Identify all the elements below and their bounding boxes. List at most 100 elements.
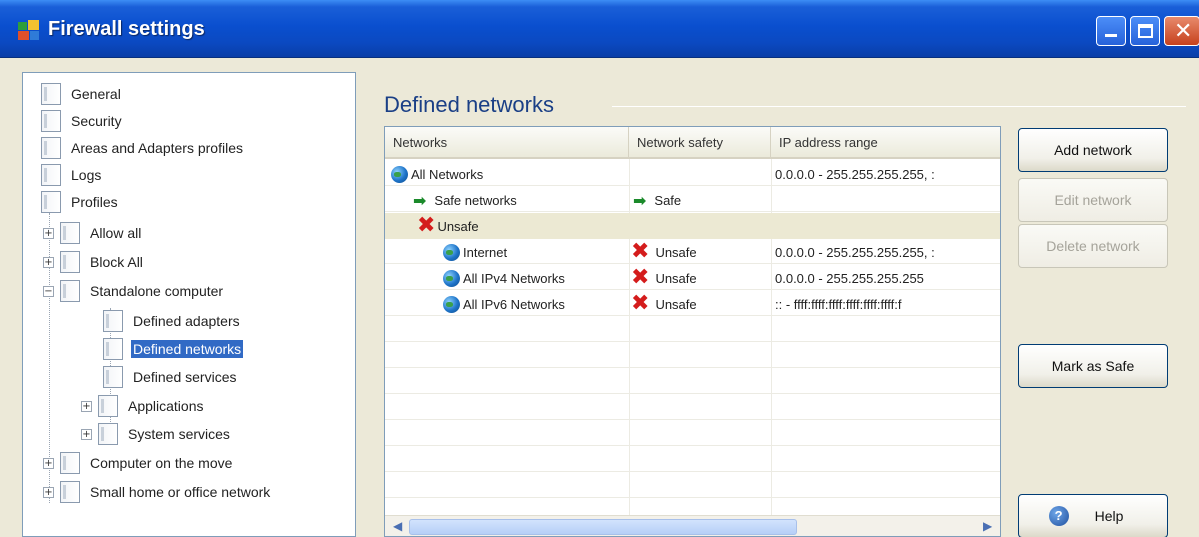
network-name-cell: All IPv6 Networks xyxy=(443,291,627,317)
ip-range-cell: 0.0.0.0 - 255.255.255.255, : xyxy=(775,244,935,260)
network-name: Safe networks xyxy=(434,192,517,208)
tree-item-profiles[interactable]: Profiles xyxy=(41,189,120,215)
red-x-icon: ✖ xyxy=(631,291,650,316)
edit-network-button[interactable]: Edit network xyxy=(1018,178,1168,222)
tree-item-defined-adapters[interactable]: Defined adapters xyxy=(103,308,242,334)
table-row[interactable]: All IPv6 Networks ✖ Unsafe :: - ffff:fff… xyxy=(385,291,1000,317)
help-icon: ? xyxy=(1048,506,1069,526)
tree-item-label: Block All xyxy=(90,254,143,270)
expand-plus-icon[interactable]: + xyxy=(43,256,54,268)
tree-item-label: Standalone computer xyxy=(90,283,224,299)
page-icon xyxy=(41,191,61,213)
network-safety-cell: ✖ Unsafe xyxy=(631,265,771,291)
globe-icon xyxy=(443,243,460,261)
page-icon xyxy=(41,83,61,105)
tree-item-defined-services[interactable]: Defined services xyxy=(103,364,239,390)
page-icon xyxy=(60,222,80,244)
network-name-cell: Internet xyxy=(443,239,627,265)
grid-header: Networks Network safety IP address range xyxy=(385,127,1000,159)
network-name-cell: ✖ Unsafe xyxy=(417,213,627,239)
tree-item-system-services[interactable]: + System services xyxy=(81,421,232,447)
ip-range-cell: 0.0.0.0 - 255.255.255.255, : xyxy=(775,166,935,182)
network-name: All Networks xyxy=(411,166,484,182)
tree-item-label: General xyxy=(71,86,121,102)
page-icon xyxy=(60,481,80,503)
firewall-app-icon xyxy=(18,20,39,40)
tree-item-areas-adapters[interactable]: Areas and Adapters profiles xyxy=(41,135,245,161)
network-safety-cell: ➡ Safe xyxy=(633,187,771,213)
tree-item-label: Defined adapters xyxy=(133,313,240,329)
window-title: Firewall settings xyxy=(48,18,205,40)
expand-plus-icon[interactable]: + xyxy=(81,400,92,412)
tree-item-label: Defined networks xyxy=(131,340,244,358)
horizontal-scrollbar[interactable]: ◀ ▶ xyxy=(385,515,1000,536)
network-name-cell: ➡ Safe networks xyxy=(413,187,627,213)
tree-item-label: Computer on the move xyxy=(90,455,233,471)
tree-item-small-home-office[interactable]: + Small home or office network xyxy=(43,479,272,505)
minimize-button[interactable] xyxy=(1096,16,1126,46)
heading-divider xyxy=(612,106,1186,107)
tree-item-computer-on-the-move[interactable]: + Computer on the move xyxy=(43,450,234,476)
expand-plus-icon[interactable]: + xyxy=(43,227,54,239)
mark-as-safe-button[interactable]: Mark as Safe xyxy=(1018,344,1168,388)
title-bar[interactable]: Firewall settings ✕ xyxy=(0,0,1199,58)
network-name: Internet xyxy=(463,244,508,260)
page-icon xyxy=(60,251,80,273)
maximize-button[interactable] xyxy=(1130,16,1160,46)
tree-item-standalone-computer[interactable]: − Standalone computer xyxy=(43,278,225,304)
tree-item-general[interactable]: General xyxy=(41,81,123,107)
expand-plus-icon[interactable]: + xyxy=(43,457,54,469)
table-row[interactable]: All IPv4 Networks ✖ Unsafe 0.0.0.0 - 255… xyxy=(385,265,1000,291)
scroll-left-icon[interactable]: ◀ xyxy=(393,519,402,533)
tree-item-label: Small home or office network xyxy=(90,484,271,500)
safety-label: Unsafe xyxy=(655,244,697,260)
table-row[interactable]: All Networks 0.0.0.0 - 255.255.255.255, … xyxy=(385,161,1000,187)
tree-item-defined-networks[interactable]: Defined networks xyxy=(103,336,244,362)
close-icon: ✕ xyxy=(1174,18,1193,43)
green-arrow-icon: ➡ xyxy=(413,190,427,210)
tree-item-label: Profiles xyxy=(71,194,118,210)
page-icon xyxy=(41,137,61,159)
globe-icon xyxy=(391,165,408,183)
tree-item-label: Security xyxy=(71,113,122,129)
network-name: All IPv4 Networks xyxy=(463,270,565,286)
page-icon xyxy=(41,164,61,186)
table-row[interactable]: Internet ✖ Unsafe 0.0.0.0 - 255.255.255.… xyxy=(385,239,1000,265)
tree-item-label: Allow all xyxy=(90,225,142,241)
tree-item-block-all[interactable]: + Block All xyxy=(43,249,145,275)
globe-icon xyxy=(443,269,460,287)
help-button[interactable]: ? Help xyxy=(1018,494,1168,537)
table-row[interactable]: ➡ Safe networks ➡ Safe xyxy=(385,187,1000,213)
delete-network-button[interactable]: Delete network xyxy=(1018,224,1168,268)
safety-label: Safe xyxy=(654,192,682,208)
table-row[interactable]: ✖ Unsafe xyxy=(385,213,1000,239)
column-header-ip-range[interactable]: IP address range xyxy=(771,127,1000,159)
safety-label: Unsafe xyxy=(655,296,697,312)
page-title: Defined networks xyxy=(384,92,554,117)
networks-grid[interactable]: Networks Network safety IP address range xyxy=(384,126,1001,537)
column-header-network-safety[interactable]: Network safety xyxy=(629,127,771,159)
page-icon xyxy=(41,110,61,132)
tree-item-applications[interactable]: + Applications xyxy=(81,393,206,419)
network-safety-cell: ✖ Unsafe xyxy=(631,291,771,317)
scrollbar-thumb[interactable] xyxy=(409,519,797,535)
ip-range-cell: :: - ffff:ffff:ffff:ffff:ffff:ffff:f xyxy=(775,296,902,312)
expand-plus-icon[interactable]: + xyxy=(43,486,54,498)
red-x-icon: ✖ xyxy=(417,213,436,238)
tree-item-allow-all[interactable]: + Allow all xyxy=(43,220,143,246)
tree-item-logs[interactable]: Logs xyxy=(41,162,103,188)
help-button-label: Help xyxy=(1094,508,1124,524)
add-network-button[interactable]: Add network xyxy=(1018,128,1168,172)
page-icon xyxy=(103,338,123,360)
column-header-networks[interactable]: Networks xyxy=(385,127,629,159)
tree-item-security[interactable]: Security xyxy=(41,108,124,134)
settings-tree[interactable]: General Security Areas and Adapters prof… xyxy=(22,72,356,537)
tree-item-label: System services xyxy=(128,426,230,442)
red-x-icon: ✖ xyxy=(631,265,650,290)
collapse-minus-icon[interactable]: − xyxy=(43,285,54,297)
close-button[interactable]: ✕ xyxy=(1164,16,1199,46)
scroll-right-icon[interactable]: ▶ xyxy=(983,519,992,533)
network-name-cell: All Networks xyxy=(391,161,627,187)
expand-plus-icon[interactable]: + xyxy=(81,428,92,440)
globe-icon xyxy=(443,295,460,313)
